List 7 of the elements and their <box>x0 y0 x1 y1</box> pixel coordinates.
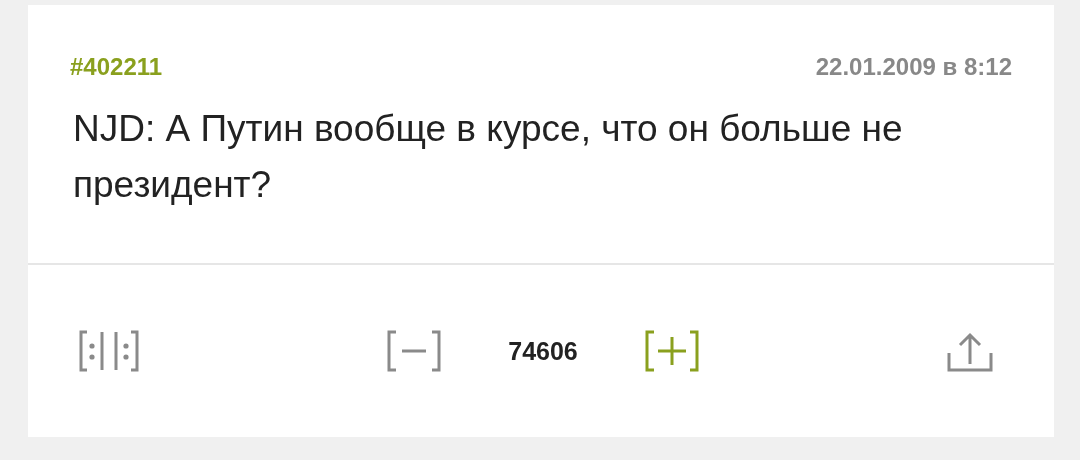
rating-count: 74606 <box>508 336 578 366</box>
minus-icon[interactable] <box>386 329 443 373</box>
quote-number[interactable]: #402211 <box>70 53 163 81</box>
quote-date: 22.01.2009 в 8:12 <box>815 53 1012 81</box>
bracket-dots-icon[interactable] <box>78 329 140 373</box>
plus-icon[interactable] <box>643 329 700 373</box>
quote-text: NJD: А Путин вообще в курсе, что он больше не президент? <box>73 107 904 207</box>
